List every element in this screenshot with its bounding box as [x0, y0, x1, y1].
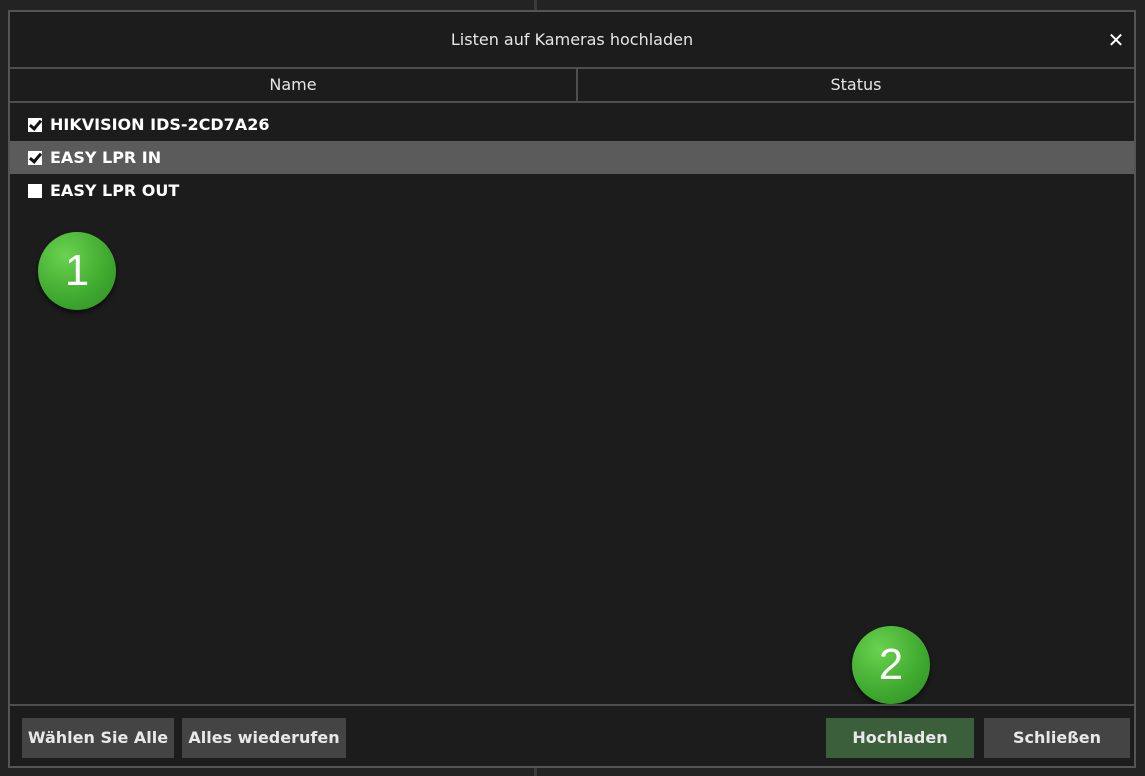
- close-button[interactable]: Schließen: [984, 718, 1130, 758]
- camera-row[interactable]: HIKVISION IDS-2CD7A26: [10, 108, 1134, 141]
- camera-checkbox[interactable]: [28, 183, 42, 198]
- table-header: Name Status: [10, 67, 1134, 103]
- camera-checkbox[interactable]: [28, 117, 42, 132]
- select-all-button[interactable]: Wählen Sie Alle: [22, 718, 174, 758]
- close-icon[interactable]: ✕: [1106, 30, 1126, 50]
- dialog-titlebar: Listen auf Kameras hochladen ✕: [10, 12, 1134, 67]
- camera-row[interactable]: EASY LPR IN: [10, 141, 1134, 174]
- camera-row[interactable]: EASY LPR OUT: [10, 174, 1134, 207]
- upload-button[interactable]: Hochladen: [826, 718, 974, 758]
- camera-list: HIKVISION IDS-2CD7A26 EASY LPR IN EASY L…: [10, 108, 1134, 207]
- background-divider: [534, 0, 537, 10]
- page: Listen auf Kameras hochladen ✕ Name Stat…: [0, 0, 1145, 776]
- column-header-name[interactable]: Name: [10, 69, 578, 101]
- camera-name: EASY LPR IN: [50, 148, 162, 167]
- upload-lists-dialog: Listen auf Kameras hochladen ✕ Name Stat…: [8, 10, 1136, 768]
- recall-all-button[interactable]: Alles wiederufen: [182, 718, 346, 758]
- camera-checkbox[interactable]: [28, 150, 42, 165]
- background-divider: [534, 768, 537, 776]
- step-2-badge: 2: [852, 626, 930, 704]
- dialog-title: Listen auf Kameras hochladen: [450, 30, 694, 49]
- camera-name: HIKVISION IDS-2CD7A26: [50, 115, 270, 134]
- camera-name: EASY LPR OUT: [50, 181, 180, 200]
- step-1-badge: 1: [38, 232, 116, 310]
- dialog-footer: Wählen Sie Alle Alles wiederufen Hochlad…: [10, 704, 1134, 766]
- column-header-status[interactable]: Status: [578, 69, 1134, 101]
